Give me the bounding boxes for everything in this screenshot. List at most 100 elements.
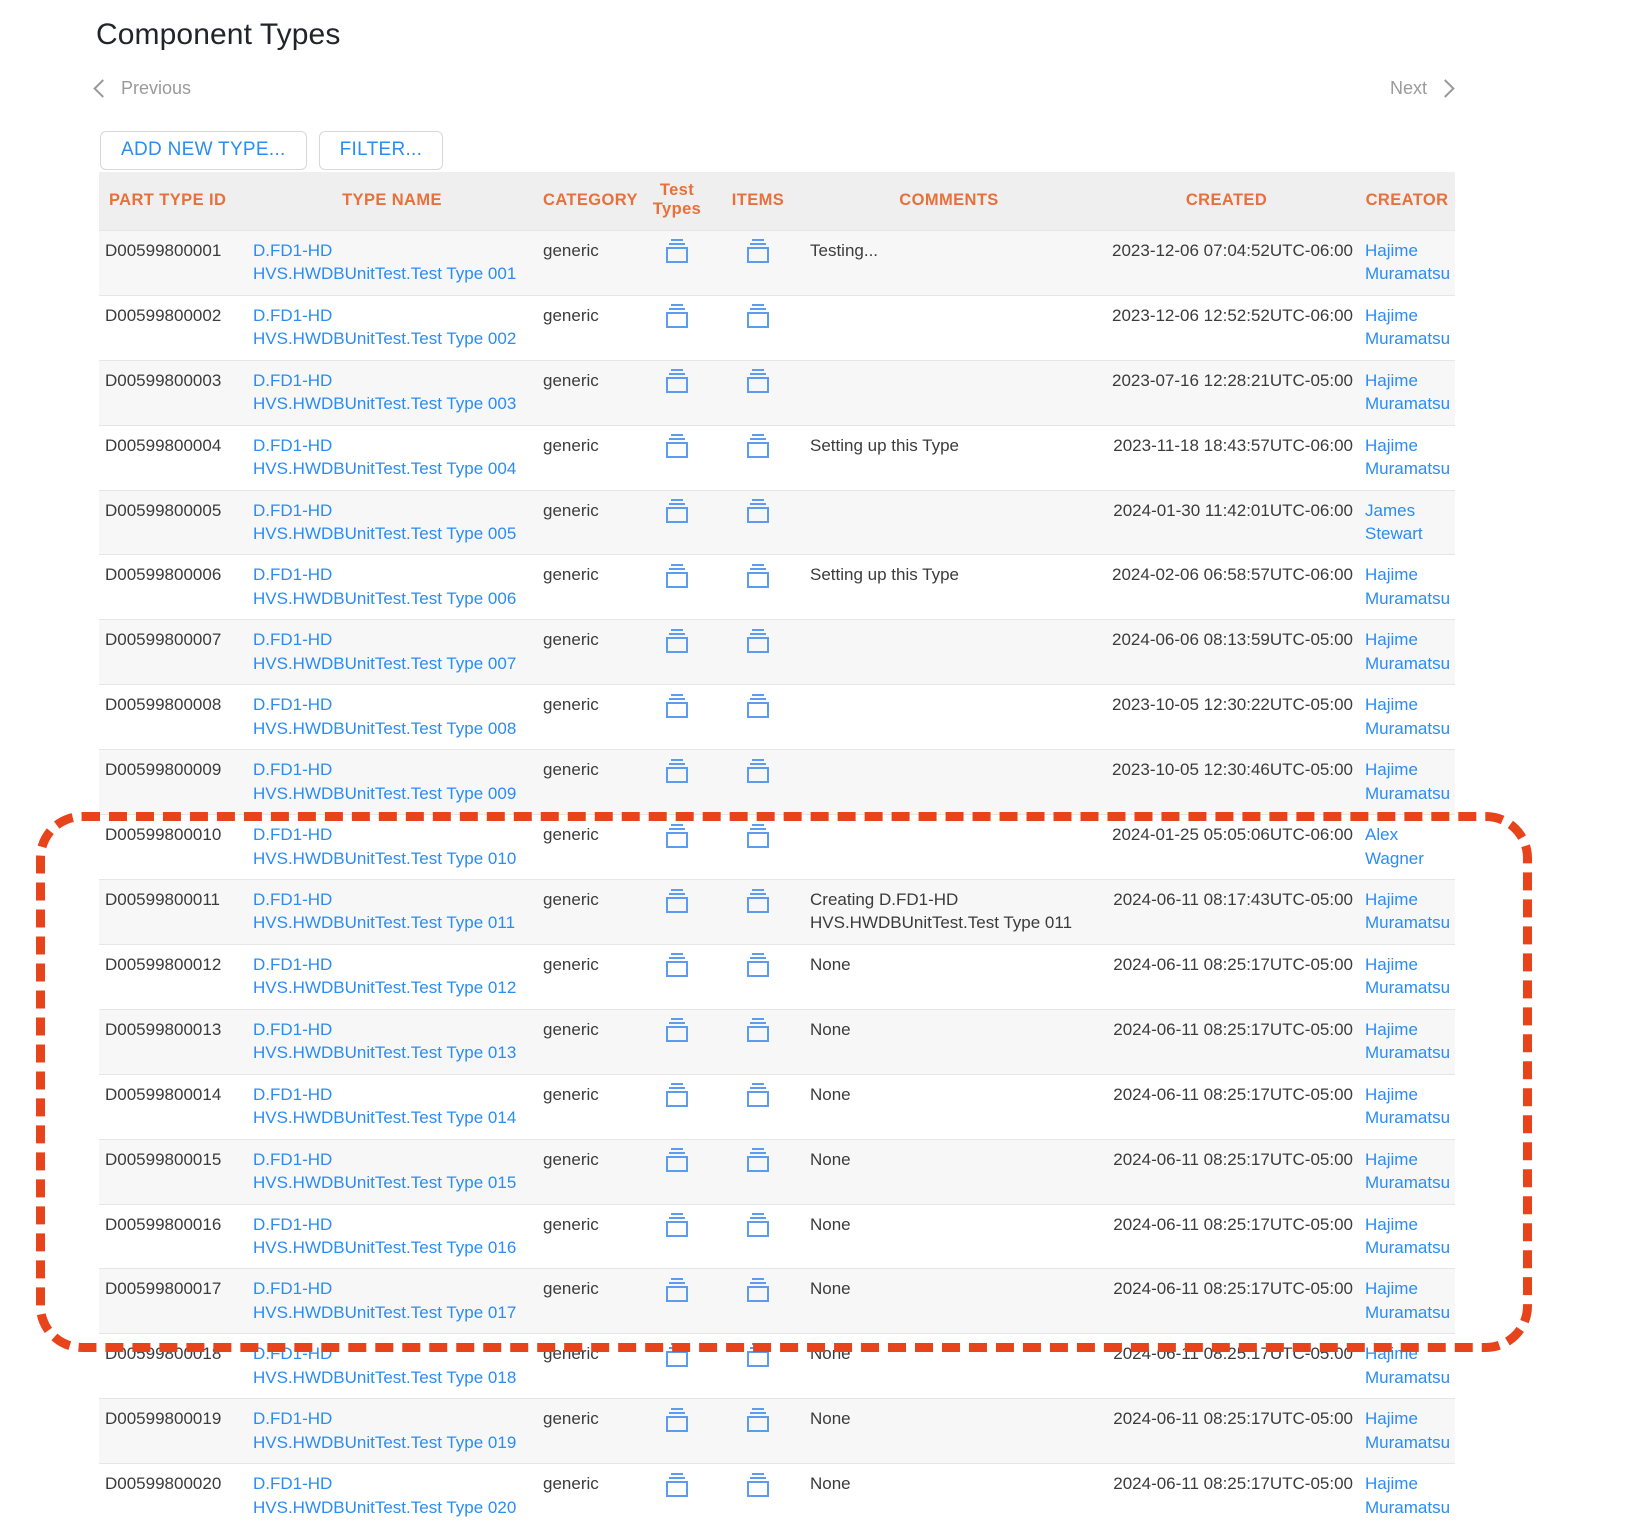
test-types-archive-box-icon[interactable]: [666, 758, 688, 783]
creator-link-first-name[interactable]: Hajime: [1365, 1472, 1449, 1495]
column-header-created[interactable]: CREATED: [1094, 172, 1359, 231]
items-archive-box-icon[interactable]: [747, 628, 769, 653]
items-archive-box-icon[interactable]: [747, 1148, 769, 1173]
items-archive-box-icon[interactable]: [747, 563, 769, 588]
column-header-type-name[interactable]: TYPE NAME: [247, 172, 537, 231]
test-types-archive-box-icon[interactable]: [666, 304, 688, 329]
next-page-button[interactable]: Next: [1390, 78, 1455, 99]
type-name-link-secondary[interactable]: HVS.HWDBUnitTest.Test Type 018: [253, 1366, 531, 1389]
test-types-archive-box-icon[interactable]: [666, 369, 688, 394]
type-name-link-secondary[interactable]: HVS.HWDBUnitTest.Test Type 008: [253, 717, 531, 740]
creator-link-first-name[interactable]: Hajime: [1365, 1277, 1449, 1300]
creator-link-first-name[interactable]: Hajime: [1365, 888, 1449, 911]
creator-link-last-name[interactable]: Muramatsu: [1365, 1041, 1450, 1064]
creator-link-last-name[interactable]: Muramatsu: [1365, 392, 1450, 415]
items-archive-box-icon[interactable]: [747, 693, 769, 718]
creator-link-last-name[interactable]: Muramatsu: [1365, 1431, 1450, 1454]
type-name-link-secondary[interactable]: HVS.HWDBUnitTest.Test Type 016: [253, 1236, 531, 1259]
test-types-archive-box-icon[interactable]: [666, 1148, 688, 1173]
items-archive-box-icon[interactable]: [747, 758, 769, 783]
creator-link-last-name[interactable]: Stewart: [1365, 522, 1449, 545]
items-archive-box-icon[interactable]: [747, 1342, 769, 1367]
creator-link-last-name[interactable]: Muramatsu: [1365, 1496, 1450, 1519]
type-name-link-primary[interactable]: D.FD1-HD: [253, 1018, 531, 1041]
type-name-link-primary[interactable]: D.FD1-HD: [253, 1083, 531, 1106]
creator-link-last-name[interactable]: Muramatsu: [1365, 1171, 1450, 1194]
type-name-link-secondary[interactable]: HVS.HWDBUnitTest.Test Type 009: [253, 782, 531, 805]
creator-link-last-name[interactable]: Muramatsu: [1365, 457, 1450, 480]
items-archive-box-icon[interactable]: [747, 888, 769, 913]
type-name-link-primary[interactable]: D.FD1-HD: [253, 1342, 531, 1365]
creator-link-first-name[interactable]: James: [1365, 499, 1449, 522]
column-header-items[interactable]: ITEMS: [712, 172, 804, 231]
items-archive-box-icon[interactable]: [747, 953, 769, 978]
creator-link-last-name[interactable]: Muramatsu: [1365, 782, 1450, 805]
creator-link-last-name[interactable]: Muramatsu: [1365, 587, 1450, 610]
test-types-archive-box-icon[interactable]: [666, 1407, 688, 1432]
items-archive-box-icon[interactable]: [747, 369, 769, 394]
creator-link-first-name[interactable]: Alex: [1365, 823, 1449, 846]
type-name-link-primary[interactable]: D.FD1-HD: [253, 888, 531, 911]
type-name-link-secondary[interactable]: HVS.HWDBUnitTest.Test Type 004: [253, 457, 531, 480]
type-name-link-primary[interactable]: D.FD1-HD: [253, 823, 531, 846]
type-name-link-primary[interactable]: D.FD1-HD: [253, 239, 531, 262]
creator-link-first-name[interactable]: Hajime: [1365, 434, 1449, 457]
test-types-archive-box-icon[interactable]: [666, 628, 688, 653]
items-archive-box-icon[interactable]: [747, 434, 769, 459]
test-types-archive-box-icon[interactable]: [666, 953, 688, 978]
type-name-link-secondary[interactable]: HVS.HWDBUnitTest.Test Type 020: [253, 1496, 531, 1519]
creator-link-last-name[interactable]: Muramatsu: [1365, 1366, 1450, 1389]
items-archive-box-icon[interactable]: [747, 1213, 769, 1238]
type-name-link-primary[interactable]: D.FD1-HD: [253, 304, 531, 327]
column-header-part-type-id[interactable]: PART TYPE ID: [99, 172, 247, 231]
type-name-link-secondary[interactable]: HVS.HWDBUnitTest.Test Type 002: [253, 327, 531, 350]
items-archive-box-icon[interactable]: [747, 304, 769, 329]
items-archive-box-icon[interactable]: [747, 1083, 769, 1108]
test-types-archive-box-icon[interactable]: [666, 1018, 688, 1043]
type-name-link-primary[interactable]: D.FD1-HD: [253, 1148, 531, 1171]
test-types-archive-box-icon[interactable]: [666, 1083, 688, 1108]
type-name-link-primary[interactable]: D.FD1-HD: [253, 1472, 531, 1495]
test-types-archive-box-icon[interactable]: [666, 239, 688, 264]
column-header-comments[interactable]: COMMENTS: [804, 172, 1094, 231]
previous-page-button[interactable]: Previous: [93, 78, 191, 99]
test-types-archive-box-icon[interactable]: [666, 563, 688, 588]
add-new-type-button[interactable]: ADD NEW TYPE...: [100, 131, 307, 170]
type-name-link-secondary[interactable]: HVS.HWDBUnitTest.Test Type 001: [253, 262, 531, 285]
creator-link-last-name[interactable]: Muramatsu: [1365, 1301, 1450, 1324]
creator-link-first-name[interactable]: Hajime: [1365, 1018, 1449, 1041]
type-name-link-secondary[interactable]: HVS.HWDBUnitTest.Test Type 011: [253, 911, 531, 934]
items-archive-box-icon[interactable]: [747, 1277, 769, 1302]
filter-button[interactable]: FILTER...: [318, 131, 444, 170]
type-name-link-primary[interactable]: D.FD1-HD: [253, 628, 531, 651]
type-name-link-primary[interactable]: D.FD1-HD: [253, 434, 531, 457]
creator-link-last-name[interactable]: Muramatsu: [1365, 1236, 1450, 1259]
items-archive-box-icon[interactable]: [747, 239, 769, 264]
creator-link-first-name[interactable]: Hajime: [1365, 369, 1449, 392]
type-name-link-primary[interactable]: D.FD1-HD: [253, 693, 531, 716]
type-name-link-secondary[interactable]: HVS.HWDBUnitTest.Test Type 013: [253, 1041, 531, 1064]
creator-link-last-name[interactable]: Muramatsu: [1365, 911, 1450, 934]
test-types-archive-box-icon[interactable]: [666, 1342, 688, 1367]
column-header-category[interactable]: CATEGORY: [537, 172, 642, 231]
creator-link-last-name[interactable]: Muramatsu: [1365, 652, 1450, 675]
test-types-archive-box-icon[interactable]: [666, 1277, 688, 1302]
type-name-link-primary[interactable]: D.FD1-HD: [253, 1277, 531, 1300]
test-types-archive-box-icon[interactable]: [666, 434, 688, 459]
creator-link-last-name[interactable]: Muramatsu: [1365, 327, 1450, 350]
test-types-archive-box-icon[interactable]: [666, 823, 688, 848]
type-name-link-primary[interactable]: D.FD1-HD: [253, 758, 531, 781]
type-name-link-primary[interactable]: D.FD1-HD: [253, 369, 531, 392]
items-archive-box-icon[interactable]: [747, 1018, 769, 1043]
creator-link-first-name[interactable]: Hajime: [1365, 1407, 1449, 1430]
creator-link-last-name[interactable]: Wagner: [1365, 847, 1449, 870]
column-header-test-types[interactable]: Test Types: [642, 172, 712, 231]
creator-link-first-name[interactable]: Hajime: [1365, 563, 1449, 586]
type-name-link-secondary[interactable]: HVS.HWDBUnitTest.Test Type 015: [253, 1171, 531, 1194]
type-name-link-secondary[interactable]: HVS.HWDBUnitTest.Test Type 019: [253, 1431, 531, 1454]
creator-link-first-name[interactable]: Hajime: [1365, 239, 1449, 262]
type-name-link-secondary[interactable]: HVS.HWDBUnitTest.Test Type 006: [253, 587, 531, 610]
creator-link-last-name[interactable]: Muramatsu: [1365, 976, 1450, 999]
type-name-link-primary[interactable]: D.FD1-HD: [253, 563, 531, 586]
type-name-link-secondary[interactable]: HVS.HWDBUnitTest.Test Type 003: [253, 392, 531, 415]
